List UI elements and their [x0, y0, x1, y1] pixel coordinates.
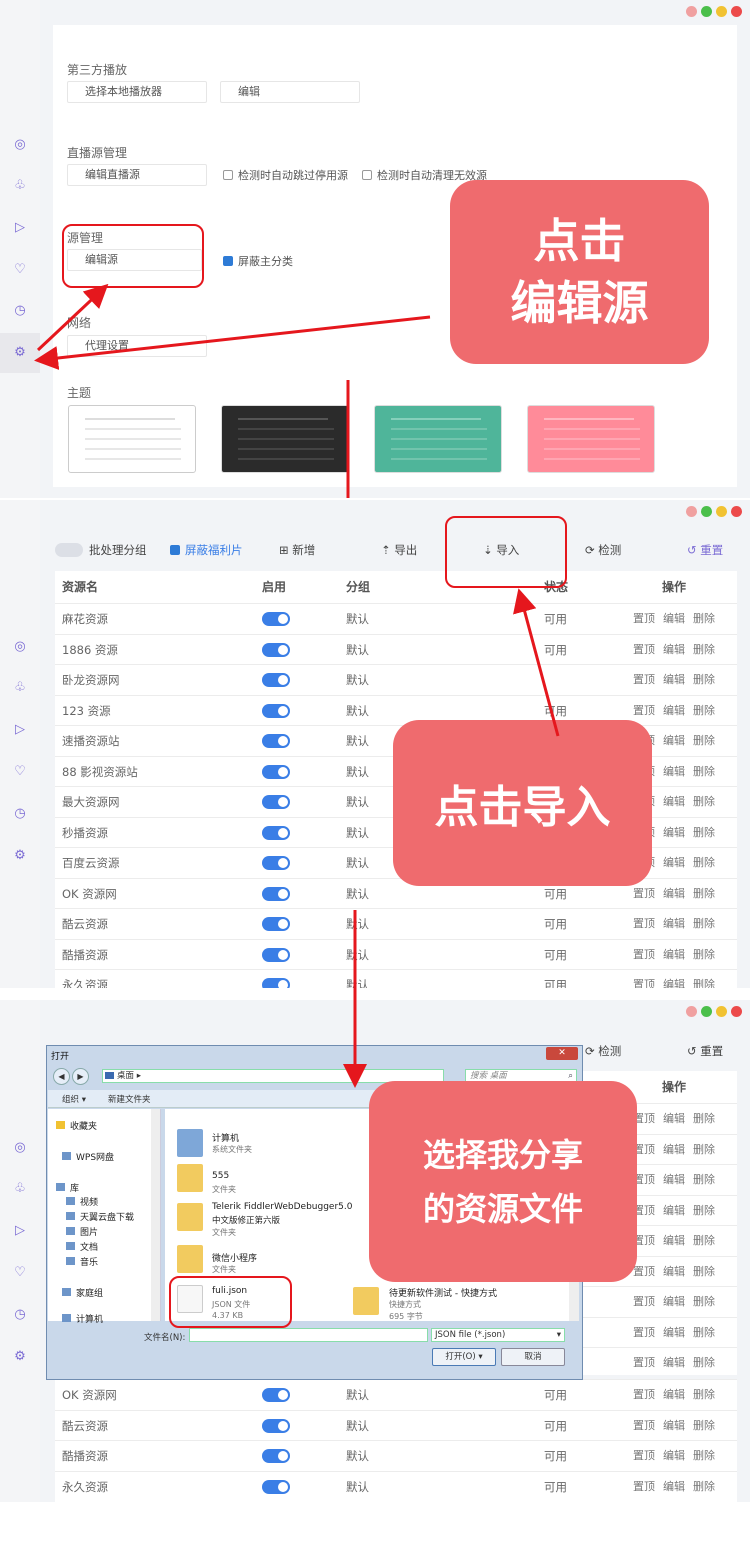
arrow-step3 [343, 988, 367, 1088]
